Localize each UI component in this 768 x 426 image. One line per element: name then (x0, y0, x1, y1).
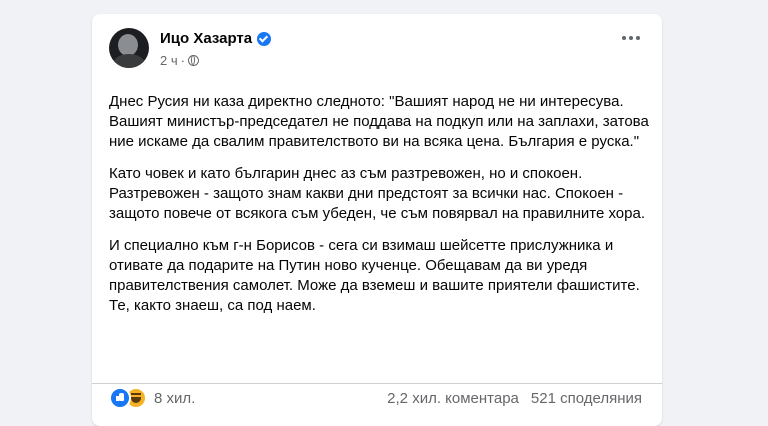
dot-icon (636, 36, 640, 40)
comments-count[interactable]: 2,2 хил. коментара (387, 390, 519, 407)
author-row: Ицо Хазарта (160, 30, 272, 47)
post-paragraph: И специално към г-н Борисов - сега си вз… (109, 237, 640, 314)
dot-icon (622, 36, 626, 40)
reactions-count[interactable]: 8 хил. (154, 390, 195, 407)
reaction-icons (109, 387, 147, 409)
divider (92, 383, 662, 384)
post-time[interactable]: 2 ч (160, 53, 178, 68)
avatar-face (118, 34, 138, 56)
dot-icon (629, 36, 633, 40)
author-name[interactable]: Ицо Хазарта (160, 30, 252, 47)
post-body: Днес Русия ни каза директно следното: "В… (109, 92, 649, 328)
verified-badge-icon (257, 31, 272, 46)
shares-count[interactable]: 521 споделяния (531, 390, 642, 407)
meta-separator: · (180, 53, 185, 68)
avatar[interactable] (109, 28, 149, 68)
engagement-stats: 2,2 хил. коментара 521 споделяния (387, 386, 642, 410)
post-card: Ицо Хазарта 2 ч · Днес Русия ни каза дир… (92, 14, 662, 426)
avatar-shoulders (113, 54, 145, 68)
post-meta: 2 ч · (160, 53, 199, 68)
post-paragraph: Днес Русия ни каза директно следното: "В… (109, 93, 649, 150)
reactions-summary[interactable]: 8 хил. (109, 386, 195, 410)
more-options-button[interactable] (622, 36, 640, 40)
globe-icon[interactable] (187, 55, 199, 66)
like-icon (109, 387, 131, 409)
post-paragraph: Като човек и като българин днес аз съм р… (109, 165, 645, 222)
